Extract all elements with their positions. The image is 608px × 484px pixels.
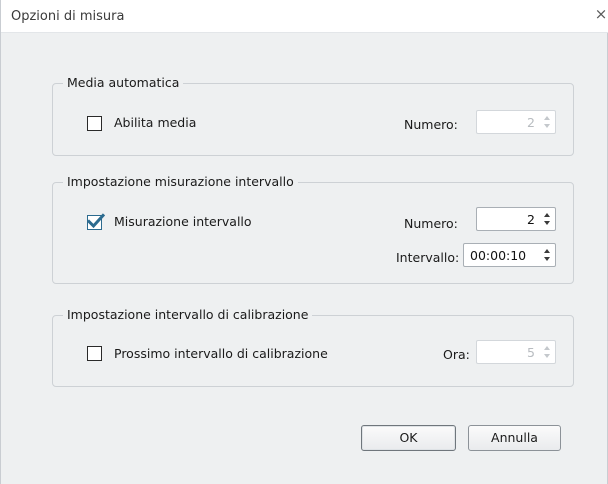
interval-time-label: Intervallo: xyxy=(396,250,460,265)
interval-count-label: Numero: xyxy=(404,216,458,231)
spin-buttons[interactable] xyxy=(541,113,553,131)
calibration-time-label: Ora: xyxy=(443,347,470,362)
ok-button[interactable]: OK xyxy=(361,425,456,451)
calibration-time-value: 5 xyxy=(527,345,535,360)
spin-buttons[interactable] xyxy=(541,246,553,264)
increment-arrow-icon[interactable] xyxy=(544,213,550,217)
decrement-arrow-icon[interactable] xyxy=(544,221,550,225)
interval-time-value: 00:00:10 xyxy=(470,248,527,263)
interval-measurement-checkbox[interactable] xyxy=(87,213,105,230)
average-count-stepper[interactable]: 2 xyxy=(476,110,556,134)
cancel-button[interactable]: Annulla xyxy=(468,425,561,451)
interval-measurement-label: Misurazione intervallo xyxy=(114,214,252,229)
interval-count-value: 2 xyxy=(527,212,535,227)
average-count-label: Numero: xyxy=(404,117,458,132)
group-legend: Media automatica xyxy=(63,75,184,90)
decrement-arrow-icon[interactable] xyxy=(544,124,550,128)
next-calibration-checkbox[interactable] xyxy=(87,346,102,361)
increment-arrow-icon[interactable] xyxy=(544,249,550,253)
group-legend: Impostazione misurazione intervallo xyxy=(63,174,298,189)
next-calibration-label: Prossimo intervallo di calibrazione xyxy=(114,346,328,361)
interval-count-stepper[interactable]: 2 xyxy=(476,207,556,231)
group-legend: Impostazione intervallo di calibrazione xyxy=(63,307,313,322)
increment-arrow-icon[interactable] xyxy=(544,116,550,120)
measurement-options-dialog: Opzioni di misura × Media automatica Abi… xyxy=(0,0,608,484)
average-count-value: 2 xyxy=(527,115,535,130)
close-icon[interactable]: × xyxy=(593,5,608,23)
title-bar: Opzioni di misura × xyxy=(1,0,608,33)
decrement-arrow-icon[interactable] xyxy=(544,257,550,261)
enable-average-checkbox[interactable] xyxy=(87,116,102,131)
window-title: Opzioni di misura xyxy=(11,9,125,24)
spin-buttons[interactable] xyxy=(541,343,553,361)
interval-time-stepper[interactable]: 00:00:10 xyxy=(463,243,556,267)
increment-arrow-icon[interactable] xyxy=(544,346,550,350)
checkmark-icon xyxy=(87,213,105,229)
enable-average-label: Abilita media xyxy=(114,115,197,130)
decrement-arrow-icon[interactable] xyxy=(544,354,550,358)
calibration-time-stepper[interactable]: 5 xyxy=(476,340,556,364)
spin-buttons[interactable] xyxy=(541,210,553,228)
group-interval-measurement: Impostazione misurazione intervallo xyxy=(52,174,574,284)
